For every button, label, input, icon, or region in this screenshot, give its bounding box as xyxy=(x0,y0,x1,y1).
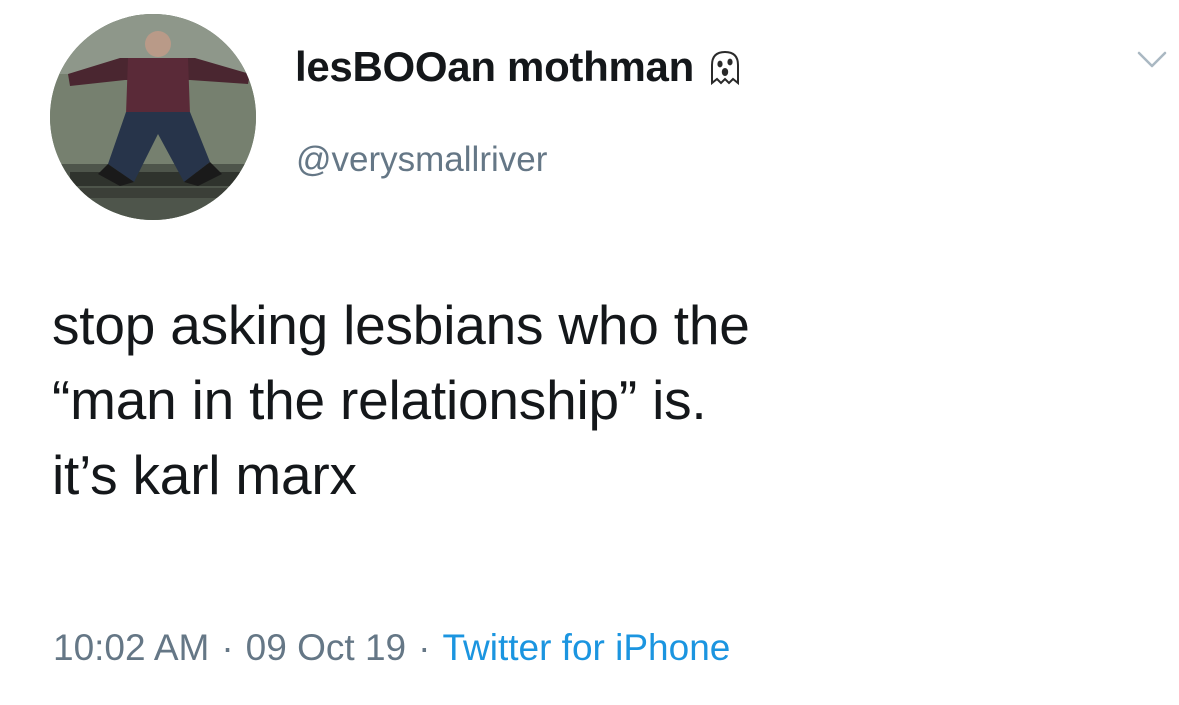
avatar-photo xyxy=(50,14,256,220)
ghost-icon xyxy=(708,48,742,86)
tweet-text-line: it’s karl marx xyxy=(52,444,357,506)
tweet-card: lesBOOan mothman @verysmallriver stop as… xyxy=(0,0,1179,705)
user-handle[interactable]: @verysmallriver xyxy=(296,138,547,182)
meta-separator: · xyxy=(418,627,431,668)
tweet-text-line: “man in the relationship” is. xyxy=(52,369,707,431)
chevron-down-icon[interactable] xyxy=(1134,44,1170,74)
tweet-time[interactable]: 10:02 AM xyxy=(53,627,209,668)
avatar[interactable] xyxy=(50,14,256,220)
tweet-metadata: 10:02 AM · 09 Oct 19 · Twitter for iPhone xyxy=(53,624,730,672)
tweet-text-line: stop asking lesbians who the xyxy=(52,294,750,356)
display-name[interactable]: lesBOOan mothman xyxy=(295,42,742,92)
tweet-text: stop asking lesbians who the “man in the… xyxy=(52,288,1162,513)
meta-separator: · xyxy=(221,627,234,668)
tweet-date[interactable]: 09 Oct 19 xyxy=(246,627,406,668)
tweet-source-link[interactable]: Twitter for iPhone xyxy=(442,627,730,668)
display-name-text: lesBOOan mothman xyxy=(295,43,694,90)
